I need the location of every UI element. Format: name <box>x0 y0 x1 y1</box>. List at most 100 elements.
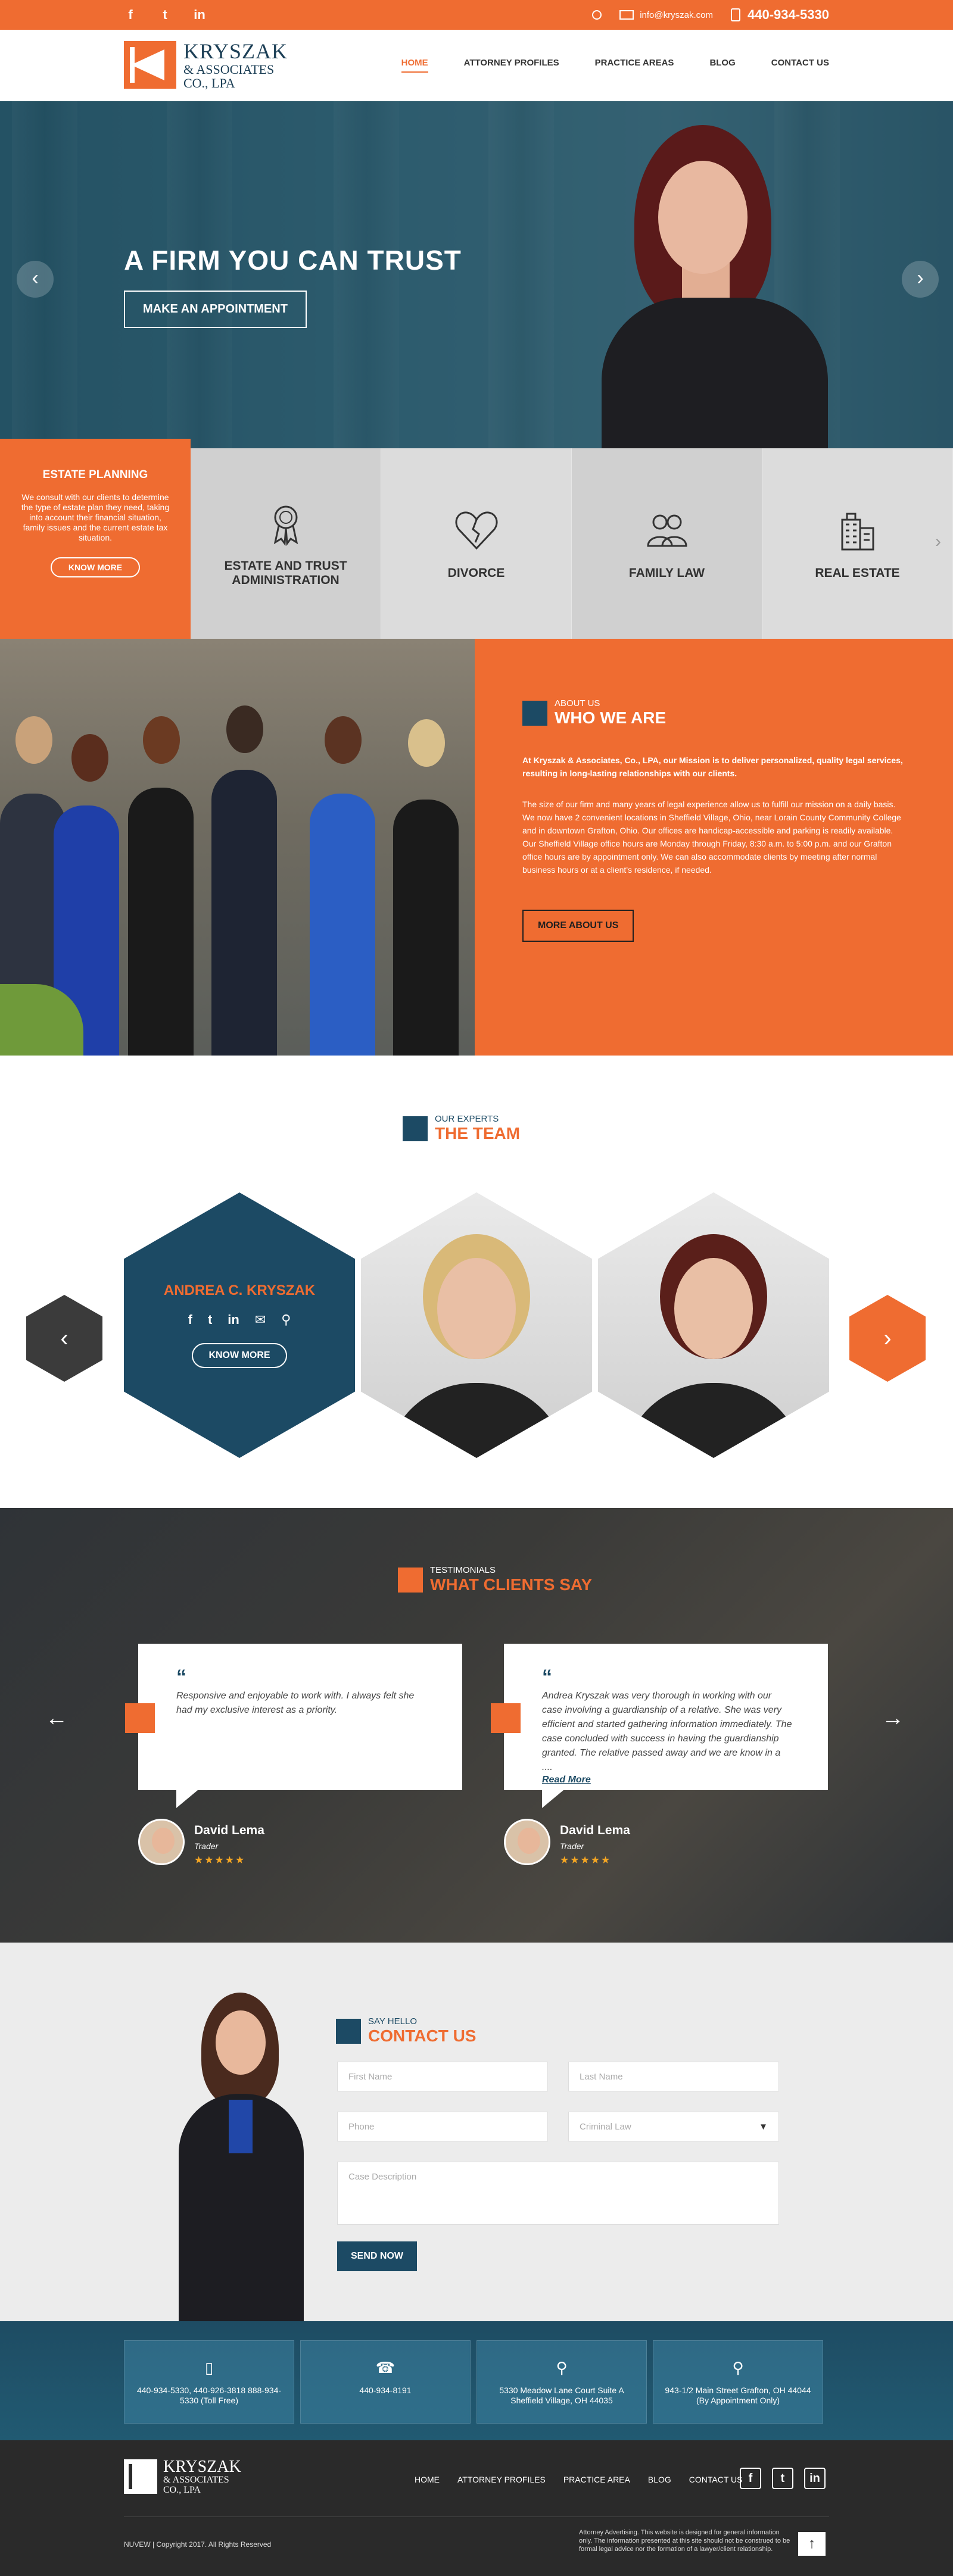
practice-areas: ESTATE PLANNING We consult with our clie… <box>0 439 953 639</box>
testimonials-heading: TESTIMONIALS WHAT CLIENTS SAY <box>398 1565 592 1594</box>
linkedin-icon[interactable]: in <box>193 7 206 23</box>
practice-tile-estate-trust[interactable]: ESTATE AND TRUST ADMINISTRATION <box>191 448 381 639</box>
footer-logo[interactable]: KRYSZAK & ASSOCIATES CO., LPA <box>124 2458 241 2496</box>
testimonial-quote: Andrea Kryszak was very thorough in work… <box>542 1691 792 1772</box>
team-member-photo[interactable] <box>361 1192 592 1458</box>
first-name-field[interactable]: First Name <box>337 2062 548 2091</box>
top-phone-link[interactable]: 440-934-5330 <box>730 7 829 23</box>
testimonial-author: David Lema Trader ★★★★★ <box>504 1819 630 1866</box>
testimonial-quote: Responsive and enjoyable to work with. I… <box>176 1691 415 1715</box>
nav-attorney-profiles[interactable]: ATTORNEY PROFILES <box>464 58 559 73</box>
footer-nav-contact-us[interactable]: CONTACT US <box>689 2475 743 2484</box>
team-heading: OUR EXPERTS THE TEAM <box>403 1114 520 1143</box>
about-kicker: ABOUT US <box>555 698 600 708</box>
team-know-more-button[interactable]: KNOW MORE <box>192 1343 287 1368</box>
info-fax-box: ☎ 440-934-8191 <box>300 2340 471 2424</box>
team-prev-arrow-icon[interactable]: ‹ <box>26 1295 102 1382</box>
team-title: THE TEAM <box>435 1124 521 1142</box>
team-kicker: OUR EXPERTS <box>435 1114 499 1124</box>
testimonial-author-name: David Lema <box>560 1824 630 1837</box>
case-description-field[interactable]: Case Description <box>337 2162 779 2225</box>
footer-logo-line-2: & ASSOCIATES <box>163 2475 229 2486</box>
practice-area-selected: Criminal Law <box>580 2122 631 2132</box>
testimonial-author-name: David Lema <box>194 1824 264 1837</box>
feature-know-more-button[interactable]: KNOW MORE <box>50 557 141 577</box>
footer-nav-blog[interactable]: BLOG <box>648 2475 671 2484</box>
nav-practice-areas[interactable]: PRACTICE AREAS <box>595 58 674 73</box>
top-social-links: f t in <box>124 7 206 23</box>
scroll-to-top-arrow-icon[interactable]: ↑ <box>798 2532 826 2556</box>
site-logo[interactable]: KRYSZAK & ASSOCIATES CO., LPA <box>124 40 288 90</box>
hero-prev-arrow-icon[interactable]: ‹ <box>17 261 54 298</box>
heading-square-icon <box>398 1567 423 1593</box>
search-icon[interactable] <box>592 10 602 20</box>
hero-title: A FIRM YOU CAN TRUST <box>124 245 462 276</box>
send-now-button[interactable]: SEND NOW <box>337 2241 417 2271</box>
testimonials-next-arrow-icon[interactable]: → <box>882 1706 904 1731</box>
practice-next-arrow-icon[interactable]: › <box>935 532 941 552</box>
award-ribbon-icon <box>273 505 298 547</box>
top-email-link[interactable]: info@kryszak.com <box>619 10 713 20</box>
nav-contact-us[interactable]: CONTACT US <box>771 58 829 73</box>
info-text: 943-1/2 Main Street Grafton, OH 44044 (B… <box>665 2385 811 2405</box>
practice-tile-family-law[interactable]: FAMILY LAW <box>572 448 762 639</box>
team-member-card-featured: ANDREA C. KRYSZAK f t in ✉ ⚲ KNOW MORE <box>124 1192 355 1458</box>
facebook-icon[interactable]: f <box>188 1312 192 1328</box>
linkedin-icon[interactable]: in <box>804 2468 826 2489</box>
more-about-us-button[interactable]: MORE ABOUT US <box>522 910 634 942</box>
contact-attorney-photo <box>173 1993 310 2321</box>
practice-feature-estate-planning: ESTATE PLANNING We consult with our clie… <box>0 439 191 639</box>
disclaimer-text: Attorney Advertising. This website is de… <box>579 2529 790 2553</box>
info-address-grafton: ⚲ 943-1/2 Main Street Grafton, OH 44044 … <box>653 2340 823 2424</box>
contact-title: CONTACT US <box>368 2027 476 2045</box>
nav-home[interactable]: HOME <box>401 58 428 73</box>
envelope-icon <box>619 10 634 20</box>
testimonials-section: TESTIMONIALS WHAT CLIENTS SAY ← → “ Resp… <box>0 1508 953 1943</box>
footer-nav-attorney-profiles[interactable]: ATTORNEY PROFILES <box>457 2475 546 2484</box>
footer-nav-home[interactable]: HOME <box>415 2475 440 2484</box>
last-name-field[interactable]: Last Name <box>568 2062 779 2091</box>
buildings-icon <box>841 513 874 551</box>
practice-tile-label: REAL ESTATE <box>815 566 900 580</box>
team-group-photo <box>0 639 475 1056</box>
team-member-name: ANDREA C. KRYSZAK <box>163 1282 316 1298</box>
linkedin-icon[interactable]: in <box>228 1312 239 1328</box>
broken-heart-icon <box>455 511 497 550</box>
read-more-link[interactable]: Read More <box>542 1775 792 1785</box>
practice-tile-label: ESTATE AND TRUST ADMINISTRATION <box>224 559 347 587</box>
twitter-icon[interactable]: t <box>208 1312 212 1328</box>
about-section: ABOUT US WHO WE ARE At Kryszak & Associa… <box>0 639 953 1056</box>
practice-area-select[interactable]: Criminal Law ▼ <box>568 2112 779 2141</box>
testimonial-card: “ Andrea Kryszak was very thorough in wo… <box>491 1644 828 1808</box>
team-member-photo[interactable] <box>598 1192 829 1458</box>
avatar <box>138 1819 185 1865</box>
practice-tile-divorce[interactable]: DIVORCE <box>381 448 572 639</box>
star-rating-icon: ★★★★★ <box>560 1854 612 1866</box>
about-heading: ABOUT US WHO WE ARE <box>522 698 905 727</box>
top-email-text: info@kryszak.com <box>640 10 713 20</box>
phone-field[interactable]: Phone <box>337 2112 548 2141</box>
nav-blog[interactable]: BLOG <box>709 58 735 73</box>
facebook-icon[interactable]: f <box>124 7 137 23</box>
testimonials-prev-arrow-icon[interactable]: ← <box>45 1706 68 1731</box>
twitter-icon[interactable]: t <box>158 7 172 23</box>
main-nav: HOME ATTORNEY PROFILES PRACTICE AREAS BL… <box>401 58 829 73</box>
avatar <box>504 1819 550 1865</box>
facebook-icon[interactable]: f <box>740 2468 761 2489</box>
location-pin-icon[interactable]: ⚲ <box>281 1312 291 1328</box>
make-appointment-button[interactable]: MAKE AN APPOINTMENT <box>124 291 307 328</box>
site-header: KRYSZAK & ASSOCIATES CO., LPA HOME ATTOR… <box>0 30 953 101</box>
contact-kicker: SAY HELLO <box>368 2016 417 2027</box>
email-icon[interactable]: ✉ <box>255 1312 266 1328</box>
feature-title: ESTATE PLANNING <box>42 469 148 481</box>
quote-icon: “ <box>176 1666 186 1688</box>
testimonial-author: David Lema Trader ★★★★★ <box>138 1819 264 1866</box>
about-title: WHO WE ARE <box>555 708 667 727</box>
practice-tile-label: FAMILY LAW <box>628 566 705 580</box>
hero-next-arrow-icon[interactable]: › <box>902 261 939 298</box>
team-next-arrow-icon[interactable]: › <box>849 1295 926 1382</box>
twitter-icon[interactable]: t <box>772 2468 793 2489</box>
practice-tile-real-estate[interactable]: REAL ESTATE <box>762 448 953 639</box>
footer-nav-practice-area[interactable]: PRACTICE AREA <box>563 2475 630 2484</box>
heading-square-icon <box>522 700 547 726</box>
